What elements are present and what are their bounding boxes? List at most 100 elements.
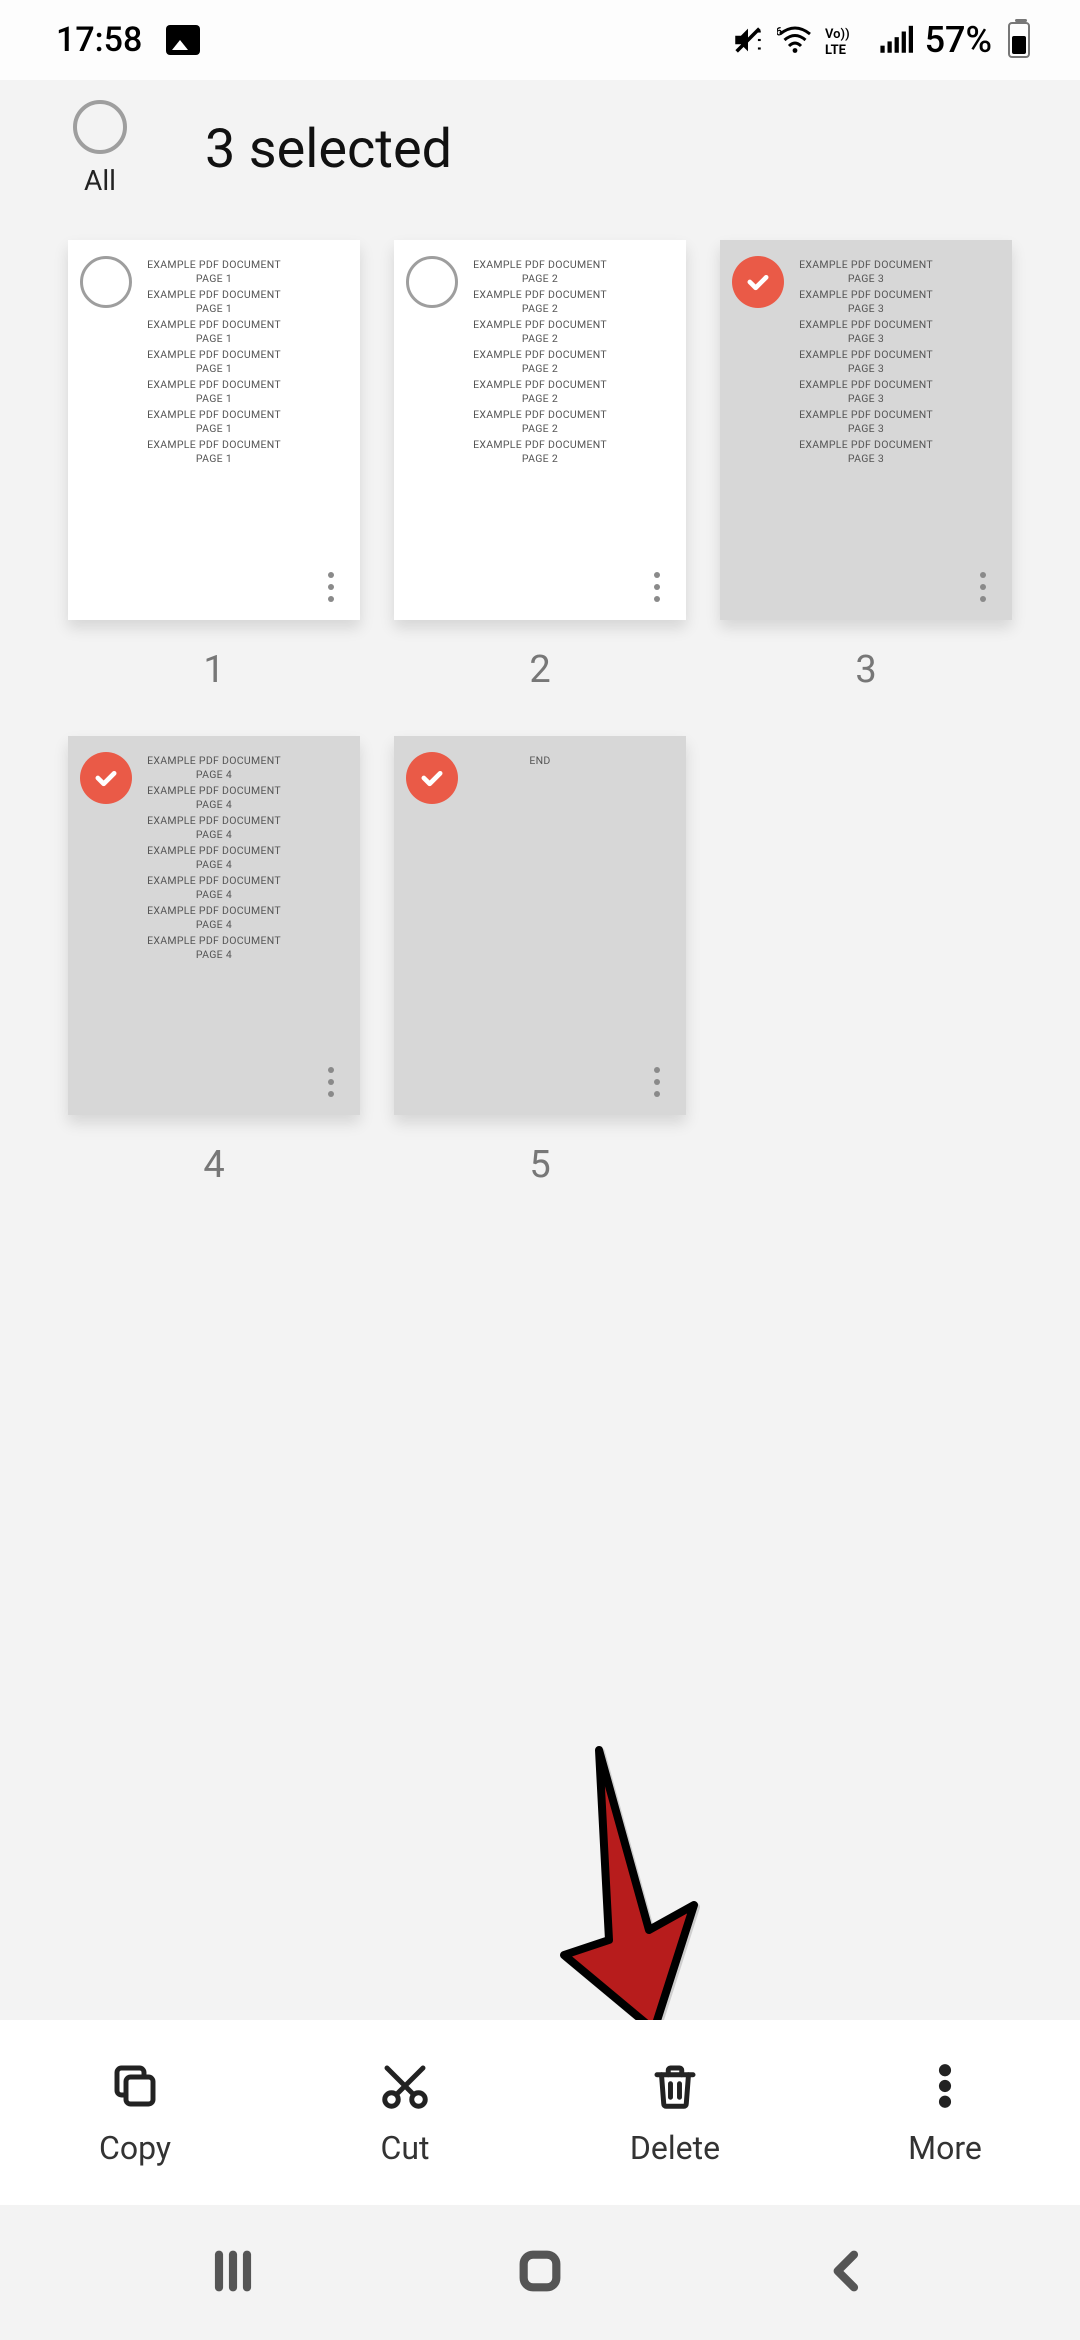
thumbnail-more-button[interactable] xyxy=(960,560,1006,614)
battery-percent: 57% xyxy=(925,19,992,61)
status-left: 17:58 xyxy=(56,20,200,60)
thumbnail-text-line: PAGE 3 xyxy=(848,452,884,465)
thumbnail-text-line: EXAMPLE PDF DOCUMENT xyxy=(473,378,607,391)
more-button[interactable]: More xyxy=(810,2020,1080,2205)
page-number-label: 1 xyxy=(203,648,224,692)
thumbnail-text-line: PAGE 4 xyxy=(196,828,232,841)
page-thumbnail[interactable]: EXAMPLE PDF DOCUMENTPAGE 2EXAMPLE PDF DO… xyxy=(394,240,686,620)
wifi-icon: 6 xyxy=(777,25,813,55)
thumbnail-more-button[interactable] xyxy=(634,560,680,614)
select-all-label: All xyxy=(84,164,116,197)
thumbnail-text-line: PAGE 1 xyxy=(196,452,232,465)
status-bar: 17:58 6 Vo)) LTE 57% xyxy=(0,0,1080,80)
thumbnail-text-line: EXAMPLE PDF DOCUMENT xyxy=(473,318,607,331)
cut-icon xyxy=(378,2059,432,2113)
thumbnail-text-line: EXAMPLE PDF DOCUMENT xyxy=(147,844,281,857)
svg-text:6: 6 xyxy=(777,25,783,39)
page-card[interactable]: EXAMPLE PDF DOCUMENTPAGE 2EXAMPLE PDF DO… xyxy=(394,240,686,692)
page-card[interactable]: EXAMPLE PDF DOCUMENTPAGE 1EXAMPLE PDF DO… xyxy=(68,240,360,692)
image-notification-icon xyxy=(166,25,200,55)
selection-header: All 3 selected xyxy=(0,80,1080,240)
home-icon xyxy=(512,2243,568,2299)
thumbnail-text-line: EXAMPLE PDF DOCUMENT xyxy=(799,258,933,271)
page-thumbnail[interactable]: EXAMPLE PDF DOCUMENTPAGE 4EXAMPLE PDF DO… xyxy=(68,736,360,1116)
recent-apps-icon xyxy=(205,2243,261,2299)
thumbnail-text-line: EXAMPLE PDF DOCUMENT xyxy=(147,408,281,421)
thumbnail-text-line: EXAMPLE PDF DOCUMENT xyxy=(147,934,281,947)
thumbnail-text-line: END xyxy=(529,754,550,767)
svg-text:LTE: LTE xyxy=(825,43,847,56)
thumbnail-text-line: PAGE 3 xyxy=(848,302,884,315)
action-bar: Copy Cut Delete More xyxy=(0,2020,1080,2205)
status-time: 17:58 xyxy=(56,20,142,60)
selection-checkbox-icon[interactable] xyxy=(406,256,458,308)
thumbnail-text-line: EXAMPLE PDF DOCUMENT xyxy=(147,288,281,301)
thumbnail-text-line: PAGE 4 xyxy=(196,858,232,871)
thumbnail-text-line: PAGE 2 xyxy=(522,392,558,405)
nav-home-button[interactable] xyxy=(512,2243,568,2303)
page-thumbnail[interactable]: EXAMPLE PDF DOCUMENTPAGE 1EXAMPLE PDF DO… xyxy=(68,240,360,620)
selection-checkbox-icon[interactable] xyxy=(80,256,132,308)
page-number-label: 3 xyxy=(855,648,876,692)
thumbnail-text-line: PAGE 2 xyxy=(522,452,558,465)
page-thumbnail[interactable]: END xyxy=(394,736,686,1116)
thumbnail-text-line: PAGE 1 xyxy=(196,392,232,405)
thumbnail-text-line: PAGE 1 xyxy=(196,272,232,285)
thumbnail-text-line: PAGE 2 xyxy=(522,422,558,435)
thumbnail-text-line: EXAMPLE PDF DOCUMENT xyxy=(799,288,933,301)
battery-icon xyxy=(1008,22,1030,58)
thumbnail-text-line: EXAMPLE PDF DOCUMENT xyxy=(799,438,933,451)
svg-text:Vo)): Vo)) xyxy=(825,27,850,42)
page-card[interactable]: END5 xyxy=(394,736,686,1188)
trash-icon xyxy=(648,2059,702,2113)
thumbnail-text-line: EXAMPLE PDF DOCUMENT xyxy=(147,348,281,361)
thumbnail-text-line: EXAMPLE PDF DOCUMENT xyxy=(147,378,281,391)
thumbnail-text-line: PAGE 4 xyxy=(196,918,232,931)
thumbnail-text-line: EXAMPLE PDF DOCUMENT xyxy=(147,438,281,451)
page-thumbnail[interactable]: EXAMPLE PDF DOCUMENTPAGE 3EXAMPLE PDF DO… xyxy=(720,240,1012,620)
thumbnail-more-button[interactable] xyxy=(308,1055,354,1109)
thumbnail-text-line: EXAMPLE PDF DOCUMENT xyxy=(799,408,933,421)
nav-back-button[interactable] xyxy=(819,2243,875,2303)
thumbnail-text-line: EXAMPLE PDF DOCUMENT xyxy=(147,318,281,331)
page-number-label: 4 xyxy=(203,1143,224,1187)
thumbnail-text-line: PAGE 4 xyxy=(196,948,232,961)
thumbnail-text-line: PAGE 1 xyxy=(196,362,232,375)
thumbnail-text-line: PAGE 1 xyxy=(196,332,232,345)
select-all-button[interactable]: All xyxy=(55,100,145,197)
more-vertical-icon xyxy=(918,2059,972,2113)
page-grid: EXAMPLE PDF DOCUMENTPAGE 1EXAMPLE PDF DO… xyxy=(0,240,1080,1187)
page-card[interactable]: EXAMPLE PDF DOCUMENTPAGE 4EXAMPLE PDF DO… xyxy=(68,736,360,1188)
thumbnail-text-line: EXAMPLE PDF DOCUMENT xyxy=(799,378,933,391)
page-card[interactable]: EXAMPLE PDF DOCUMENTPAGE 3EXAMPLE PDF DO… xyxy=(720,240,1012,692)
status-right: 6 Vo)) LTE 57% xyxy=(731,19,1030,61)
thumbnail-text-line: PAGE 1 xyxy=(196,422,232,435)
thumbnail-text-line: PAGE 1 xyxy=(196,302,232,315)
select-all-checkbox-icon xyxy=(73,100,127,154)
thumbnail-text-line: EXAMPLE PDF DOCUMENT xyxy=(147,874,281,887)
navigation-bar xyxy=(0,2205,1080,2340)
selection-checkbox-icon[interactable] xyxy=(732,256,784,308)
thumbnail-text-line: PAGE 4 xyxy=(196,888,232,901)
nav-recent-button[interactable] xyxy=(205,2243,261,2303)
copy-button[interactable]: Copy xyxy=(0,2020,270,2205)
selection-checkbox-icon[interactable] xyxy=(406,752,458,804)
thumbnail-more-button[interactable] xyxy=(634,1055,680,1109)
more-label: More xyxy=(908,2129,982,2167)
page-number-label: 2 xyxy=(529,648,550,692)
thumbnail-text-line: PAGE 3 xyxy=(848,272,884,285)
thumbnail-text-line: PAGE 4 xyxy=(196,798,232,811)
thumbnail-text-line: PAGE 3 xyxy=(848,422,884,435)
cut-button[interactable]: Cut xyxy=(270,2020,540,2205)
thumbnail-text-line: PAGE 2 xyxy=(522,272,558,285)
delete-label: Delete xyxy=(630,2129,720,2167)
thumbnail-text-line: EXAMPLE PDF DOCUMENT xyxy=(473,438,607,451)
delete-button[interactable]: Delete xyxy=(540,2020,810,2205)
thumbnail-text-line: EXAMPLE PDF DOCUMENT xyxy=(147,814,281,827)
thumbnail-text-line: EXAMPLE PDF DOCUMENT xyxy=(147,258,281,271)
thumbnail-text-line: EXAMPLE PDF DOCUMENT xyxy=(473,258,607,271)
thumbnail-text-line: PAGE 4 xyxy=(196,768,232,781)
thumbnail-text-line: EXAMPLE PDF DOCUMENT xyxy=(147,904,281,917)
selection-checkbox-icon[interactable] xyxy=(80,752,132,804)
thumbnail-more-button[interactable] xyxy=(308,560,354,614)
